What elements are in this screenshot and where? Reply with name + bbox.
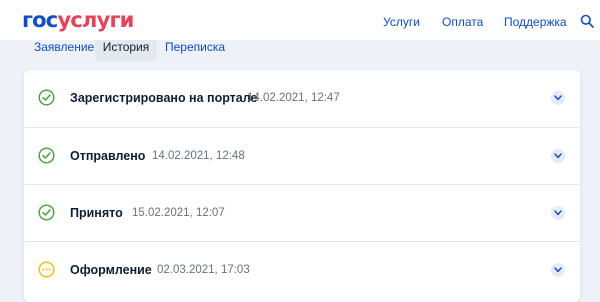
logo-part-uslugi: услуги: [57, 8, 134, 32]
check-circle-icon: [38, 147, 55, 164]
check-circle-icon: [38, 204, 55, 221]
pending-circle-icon: [38, 261, 55, 278]
history-row-title: Отправлено: [70, 149, 146, 163]
tab-history[interactable]: История: [95, 40, 157, 61]
history-row-title: Принято: [70, 206, 123, 220]
history-row[interactable]: Принято 15.02.2021, 12:07: [24, 184, 580, 241]
history-row-title: Зарегистрировано на портале: [70, 91, 258, 105]
history-card: Зарегистрировано на портале 14.02.2021, …: [24, 70, 580, 302]
history-row[interactable]: Отправлено 14.02.2021, 12:48: [24, 127, 580, 184]
check-circle-icon: [38, 89, 55, 106]
expand-chevron-icon[interactable]: [551, 263, 565, 277]
history-row-date: 14.02.2021, 12:47: [247, 92, 340, 104]
history-row-date: 14.02.2021, 12:48: [152, 150, 245, 162]
tab-correspondence[interactable]: Переписка: [165, 40, 225, 61]
gosuslugi-logo[interactable]: госуслуги: [22, 8, 134, 32]
nav-link-payment[interactable]: Оплата: [442, 15, 483, 29]
history-row-title: Оформление: [70, 263, 152, 277]
expand-chevron-icon[interactable]: [551, 149, 565, 163]
nav-link-services[interactable]: Услуги: [383, 15, 420, 29]
logo-part-gos: гос: [22, 8, 58, 32]
history-row[interactable]: Зарегистрировано на портале 14.02.2021, …: [24, 70, 580, 127]
expand-chevron-icon[interactable]: [551, 206, 565, 220]
history-row-date: 15.02.2021, 12:07: [132, 207, 225, 219]
history-row[interactable]: Оформление 02.03.2021, 17:03: [24, 241, 580, 298]
expand-chevron-icon[interactable]: [551, 91, 565, 105]
history-row-date: 02.03.2021, 17:03: [157, 264, 250, 276]
nav-link-support[interactable]: Поддержка: [504, 15, 567, 29]
tab-application[interactable]: Заявление: [34, 40, 94, 61]
search-icon[interactable]: [580, 14, 594, 28]
site-header: госуслуги Услуги Оплата Поддержка: [0, 0, 600, 40]
